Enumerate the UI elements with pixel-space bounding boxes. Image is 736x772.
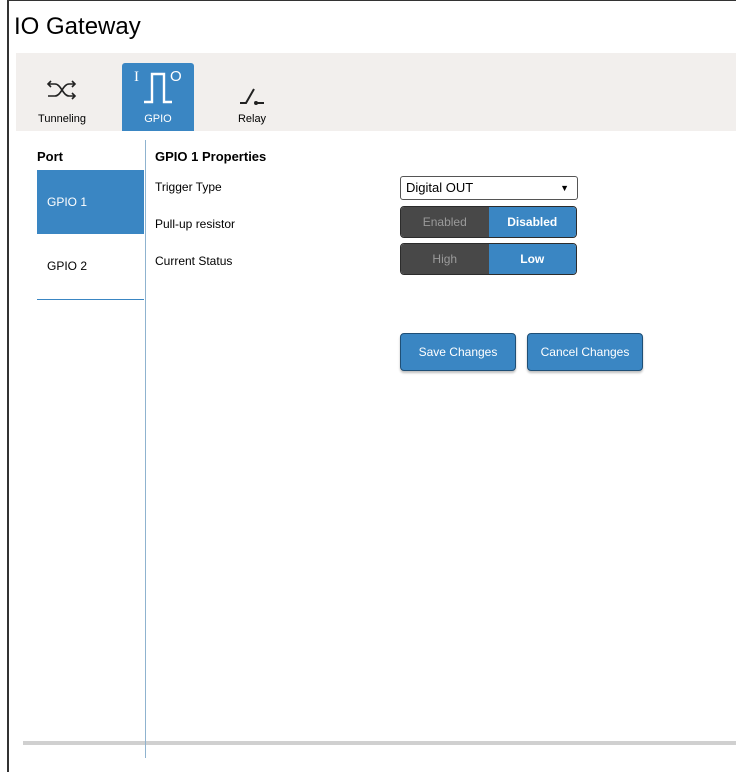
- tab-relay-label: Relay: [237, 113, 267, 125]
- port-sidebar: Port GPIO 1 GPIO 2: [37, 140, 146, 758]
- app-title: IO Gateway: [14, 13, 141, 40]
- properties-title: GPIO 1 Properties: [155, 149, 267, 164]
- gpio-pulse-icon: I O: [134, 68, 182, 104]
- current-status-label: Current Status: [155, 254, 233, 268]
- port-item-label: GPIO 1: [47, 195, 88, 209]
- tab-gpio[interactable]: I O GPIO: [122, 63, 194, 131]
- status-toggle[interactable]: High Low: [400, 243, 577, 275]
- sidebar-divider: [37, 299, 144, 300]
- port-item-gpio2[interactable]: GPIO 2: [37, 234, 144, 298]
- cancel-changes-button[interactable]: Cancel Changes: [527, 333, 643, 371]
- svg-text:I: I: [134, 69, 139, 85]
- trigger-type-label: Trigger Type: [155, 180, 222, 194]
- port-header: Port: [37, 149, 63, 164]
- trigger-type-value: Digital OUT: [406, 180, 474, 195]
- pullup-enabled-option[interactable]: Enabled: [401, 207, 489, 237]
- tab-bar: Tunneling I O GPIO Relay: [16, 53, 736, 131]
- trigger-type-select[interactable]: Digital OUT ▼: [400, 176, 578, 200]
- tab-tunneling-label: Tunneling: [38, 113, 86, 125]
- pullup-disabled-option[interactable]: Disabled: [488, 207, 576, 237]
- shuffle-icon: [46, 80, 77, 100]
- status-high-option[interactable]: High: [401, 244, 489, 274]
- port-item-label: GPIO 2: [47, 259, 88, 273]
- svg-text:O: O: [170, 68, 182, 85]
- tab-relay[interactable]: Relay: [216, 63, 288, 131]
- tab-gpio-label: GPIO: [144, 113, 172, 125]
- pullup-toggle[interactable]: Enabled Disabled: [400, 206, 577, 238]
- status-low-option[interactable]: Low: [488, 244, 576, 274]
- relay-switch-icon: [240, 88, 264, 105]
- port-item-gpio1[interactable]: GPIO 1: [37, 170, 144, 234]
- dropdown-arrow-icon: ▼: [560, 183, 569, 193]
- save-changes-button[interactable]: Save Changes: [400, 333, 516, 371]
- pullup-label: Pull-up resistor: [155, 217, 236, 231]
- tab-tunneling[interactable]: Tunneling: [26, 63, 98, 131]
